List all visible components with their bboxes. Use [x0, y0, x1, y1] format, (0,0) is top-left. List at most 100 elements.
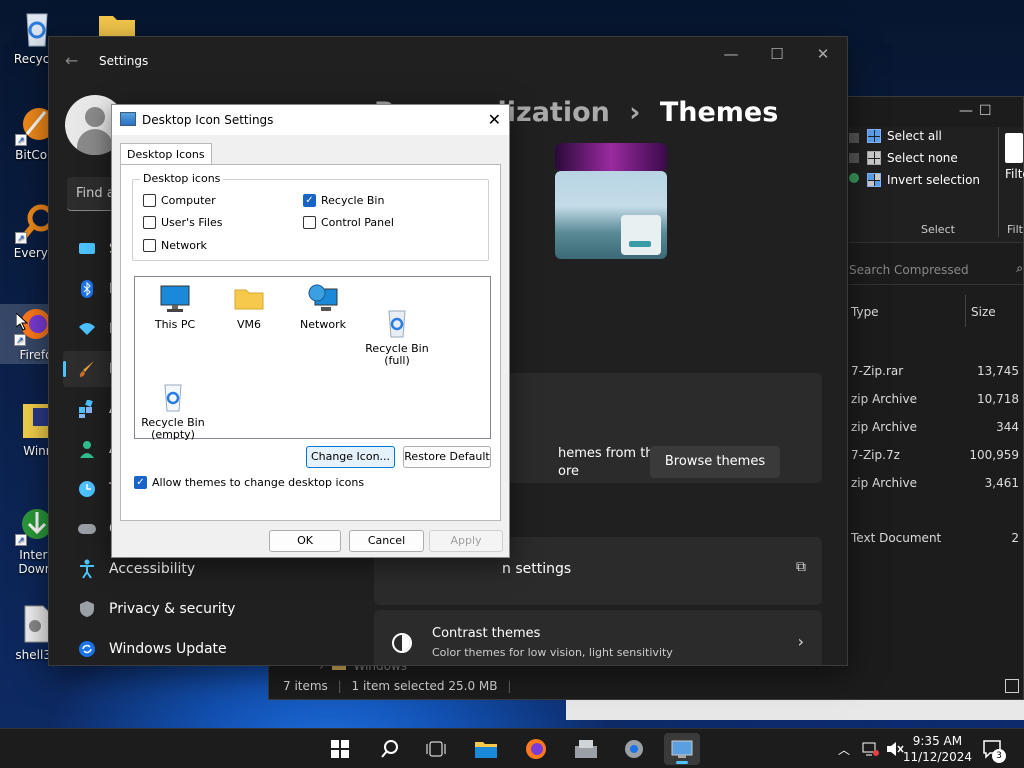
- task-view-button[interactable]: [418, 733, 454, 765]
- table-cell-size: 344: [996, 420, 1019, 434]
- shield-icon: [77, 599, 97, 619]
- list-item-recycle-bin-full[interactable]: Recycle Bin (full): [359, 283, 435, 379]
- taskbar-settings[interactable]: [616, 733, 652, 765]
- checkbox-recycle-bin[interactable]: ✓ Recycle Bin: [303, 194, 384, 207]
- tab-desktop-icons[interactable]: Desktop Icons: [120, 143, 212, 165]
- ribbon-left-icons: [849, 127, 863, 243]
- maximize-icon[interactable]: ☐: [757, 45, 797, 63]
- invert-selection-button[interactable]: Invert selection: [867, 173, 980, 187]
- list-item-network[interactable]: Network: [285, 283, 361, 331]
- person-icon: [77, 439, 97, 459]
- ok-button[interactable]: OK: [269, 530, 341, 552]
- list-item-this-pc[interactable]: This PC: [137, 283, 213, 331]
- explorer-search-input[interactable]: Search Compressed ⌕: [849, 257, 1023, 285]
- checkmark-icon[interactable]: ✓: [134, 476, 147, 489]
- checkbox-box[interactable]: [143, 194, 156, 207]
- checkbox-computer[interactable]: Computer: [143, 194, 216, 207]
- table-cell-size: 13,745: [977, 364, 1019, 378]
- nav-item-privacy[interactable]: Privacy & security: [63, 591, 333, 627]
- shortcut-arrow-icon: ↗: [14, 334, 26, 346]
- close-icon[interactable]: ✕: [803, 45, 843, 63]
- select-none-button[interactable]: Select none: [867, 151, 958, 165]
- gamepad-icon: [77, 519, 97, 539]
- checkbox-allow-themes[interactable]: ✓ Allow themes to change desktop icons: [134, 476, 364, 489]
- list-item-label: Recycle Bin (empty): [141, 416, 205, 441]
- monitor-icon: [159, 283, 191, 315]
- search-icon: ⌕: [1016, 261, 1023, 275]
- table-cell-type[interactable]: zip Archive: [851, 392, 917, 406]
- explorer-ribbon: Select all Select none Invert selection …: [849, 127, 1024, 243]
- contrast-icon: [392, 633, 412, 653]
- taskbar-clock[interactable]: 9:35 AM 11/12/2024: [903, 733, 972, 765]
- checkbox-network[interactable]: Network: [143, 239, 207, 252]
- mouse-cursor: [15, 311, 29, 334]
- taskbar: ︿ 9:35 AM 11/12/2024 3: [0, 728, 1024, 768]
- settings-title: Settings: [99, 54, 149, 68]
- taskbar-desktop-icon-settings[interactable]: [664, 733, 700, 765]
- search-button[interactable]: [372, 733, 408, 765]
- list-item-label: Recycle Bin (full): [365, 342, 429, 367]
- bluetooth-icon: [77, 279, 97, 299]
- nav-item-windows-update[interactable]: Windows Update: [63, 631, 333, 665]
- cancel-button[interactable]: Cancel: [349, 530, 424, 552]
- update-icon: [77, 639, 97, 659]
- restore-default-button[interactable]: Restore Default: [403, 446, 491, 468]
- column-header-size[interactable]: Size: [971, 305, 996, 319]
- taskbar-firefox[interactable]: [518, 733, 554, 765]
- select-all-button[interactable]: Select all: [867, 129, 942, 143]
- checkbox-box[interactable]: [303, 216, 316, 229]
- back-arrow-icon[interactable]: ←: [65, 51, 78, 70]
- checkbox-users-files[interactable]: User's Files: [143, 216, 222, 229]
- clock-date: 11/12/2024: [902, 750, 972, 764]
- show-hidden-icons[interactable]: ︿: [838, 741, 850, 768]
- checkbox-box[interactable]: [143, 216, 156, 229]
- change-icon-button[interactable]: Change Icon...: [306, 446, 395, 468]
- filter-icon[interactable]: [1005, 133, 1023, 163]
- recycle-bin-full-icon: [381, 295, 413, 338]
- minimize-icon[interactable]: —: [711, 45, 751, 63]
- table-cell-type[interactable]: 7-Zip.7z: [851, 448, 900, 462]
- folder-icon: [475, 742, 497, 758]
- list-item-label: VM6: [236, 318, 261, 331]
- accessibility-icon: [77, 559, 97, 579]
- theme-thumbnail[interactable]: [555, 143, 667, 171]
- explorer-status-bar: 7 items | 1 item selected 25.0 MB |: [269, 673, 1023, 699]
- checkmark-icon[interactable]: ✓: [303, 194, 316, 207]
- column-header-type[interactable]: Type: [851, 305, 879, 319]
- minimize-icon[interactable]: —: [959, 103, 973, 119]
- checkbox-box[interactable]: [143, 239, 156, 252]
- table-cell-type[interactable]: zip Archive: [851, 476, 917, 490]
- table-cell-type[interactable]: Text Document: [851, 531, 941, 545]
- network-status-icon[interactable]: [862, 741, 880, 768]
- browse-themes-button[interactable]: Browse themes: [650, 446, 780, 478]
- list-item-vm6[interactable]: VM6: [211, 283, 287, 331]
- find-placeholder: Find a: [76, 186, 115, 201]
- select-none-icon: [867, 151, 881, 165]
- checkbox-control-panel[interactable]: Control Panel: [303, 216, 394, 229]
- network-app-icon: [575, 740, 597, 758]
- apply-button[interactable]: Apply: [429, 530, 503, 552]
- theme-thumbnail[interactable]: [555, 171, 667, 259]
- close-icon[interactable]: ✕: [488, 110, 501, 129]
- table-cell-type[interactable]: 7-Zip.rar: [851, 364, 903, 378]
- volume-muted-icon[interactable]: [886, 741, 904, 768]
- list-item-recycle-bin-empty[interactable]: Recycle Bin (empty): [135, 357, 211, 453]
- checkbox-label: Network: [161, 239, 207, 252]
- recycle-bin-empty-icon: [157, 369, 189, 412]
- details-view-icon[interactable]: [1005, 679, 1019, 693]
- desktop-icon-list[interactable]: This PC VM6 Network Recycle Bin (full) R…: [134, 276, 491, 441]
- notification-center[interactable]: 3: [982, 739, 1006, 768]
- breadcrumb-separator: ›: [629, 97, 641, 128]
- contrast-themes-row[interactable]: Contrast themes Color themes for low vis…: [374, 610, 822, 665]
- desktop-icon-settings-dialog[interactable]: Desktop Icon Settings ✕ Desktop Icons De…: [111, 104, 510, 558]
- taskbar-file-explorer[interactable]: [468, 733, 504, 765]
- list-item-label: Network: [300, 318, 346, 331]
- nav-item-label: Windows Update: [109, 641, 227, 657]
- network-globe-icon: [307, 283, 339, 315]
- maximize-icon[interactable]: ☐: [979, 103, 992, 119]
- firefox-icon: [526, 739, 546, 759]
- start-button[interactable]: [322, 733, 358, 765]
- table-cell-type[interactable]: zip Archive: [851, 420, 917, 434]
- clock-time: 9:35 AM: [912, 734, 963, 748]
- taskbar-network-app[interactable]: [568, 733, 604, 765]
